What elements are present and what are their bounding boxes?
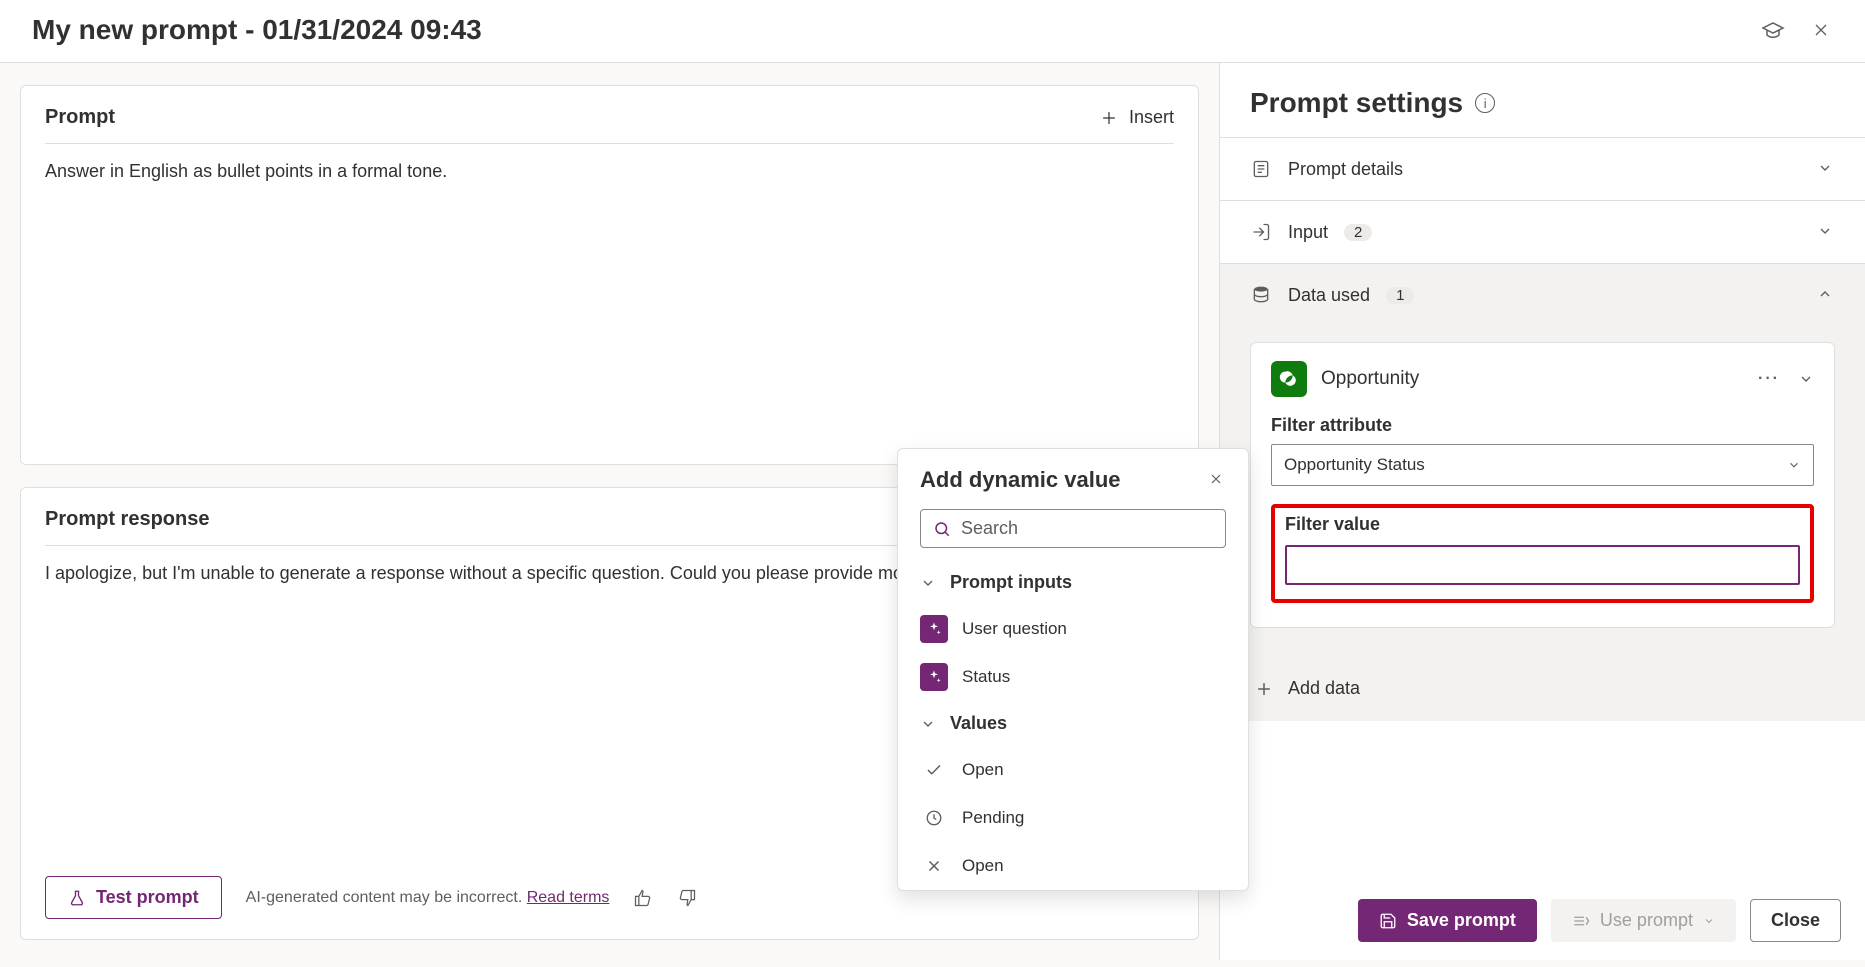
database-icon bbox=[1250, 284, 1272, 306]
filter-value-highlight: Filter value bbox=[1271, 504, 1814, 603]
close-icon[interactable] bbox=[1208, 471, 1226, 489]
dataverse-icon bbox=[1271, 361, 1307, 397]
prompt-body[interactable]: Answer in English as bullet points in a … bbox=[45, 158, 1174, 185]
chevron-down-icon[interactable] bbox=[1798, 371, 1814, 387]
prompt-card-header: Prompt Insert bbox=[45, 106, 1174, 144]
chevron-down-icon bbox=[1817, 223, 1835, 241]
header-actions bbox=[1761, 18, 1833, 42]
footer-buttons: Save prompt Use prompt Close bbox=[1358, 899, 1841, 942]
entity-card: Opportunity ··· Filter attribute Opportu… bbox=[1250, 342, 1835, 628]
insert-label: Insert bbox=[1129, 107, 1174, 128]
learn-icon[interactable] bbox=[1761, 18, 1785, 42]
chevron-down-icon bbox=[1817, 160, 1835, 178]
sparkle-icon bbox=[920, 663, 948, 691]
close-icon[interactable] bbox=[1809, 18, 1833, 42]
close-button[interactable]: Close bbox=[1750, 899, 1841, 942]
response-card-title: Prompt response bbox=[45, 508, 209, 531]
dynamic-search-wrap bbox=[898, 499, 1248, 560]
filter-value-input[interactable] bbox=[1285, 545, 1800, 585]
prompt-card-title: Prompt bbox=[45, 106, 115, 129]
dynamic-item-status[interactable]: Status bbox=[898, 653, 1248, 701]
check-icon bbox=[920, 756, 948, 784]
dynamic-search[interactable] bbox=[920, 509, 1226, 548]
page-title: My new prompt - 01/31/2024 09:43 bbox=[32, 14, 482, 46]
dynamic-search-input[interactable] bbox=[961, 518, 1213, 539]
thumbs-down-icon[interactable] bbox=[677, 888, 697, 908]
search-icon bbox=[933, 520, 951, 538]
chevron-up-icon bbox=[1817, 286, 1835, 304]
clock-icon bbox=[920, 804, 948, 832]
filter-value-label: Filter value bbox=[1285, 514, 1800, 535]
beaker-icon bbox=[68, 889, 86, 907]
filter-attribute-label: Filter attribute bbox=[1271, 415, 1814, 436]
thumbs-up-icon[interactable] bbox=[633, 888, 653, 908]
settings-header: Prompt settings i bbox=[1220, 63, 1865, 137]
section-data-used[interactable]: Data used 1 bbox=[1220, 263, 1865, 326]
filter-attribute-value: Opportunity Status bbox=[1284, 455, 1425, 475]
chevron-down-icon bbox=[920, 716, 936, 732]
group-prompt-inputs[interactable]: Prompt inputs bbox=[898, 560, 1248, 605]
add-data-button[interactable]: Add data bbox=[1220, 656, 1865, 721]
settings-title: Prompt settings bbox=[1250, 87, 1463, 119]
filter-attribute-select[interactable]: Opportunity Status bbox=[1271, 444, 1814, 486]
dynamic-item-open-2[interactable]: Open bbox=[898, 842, 1248, 890]
settings-panel: Prompt settings i Prompt details Input 2 bbox=[1219, 63, 1865, 960]
section-input[interactable]: Input 2 bbox=[1220, 200, 1865, 263]
main-column: Prompt Insert Answer in English as bulle… bbox=[0, 63, 1219, 960]
test-prompt-button[interactable]: Test prompt bbox=[45, 876, 222, 919]
header-bar: My new prompt - 01/31/2024 09:43 bbox=[0, 0, 1865, 63]
dynamic-item-pending[interactable]: Pending bbox=[898, 794, 1248, 842]
dynamic-popup-header: Add dynamic value bbox=[898, 449, 1248, 499]
test-prompt-label: Test prompt bbox=[96, 887, 199, 908]
data-used-body: Opportunity ··· Filter attribute Opportu… bbox=[1220, 326, 1865, 656]
save-icon bbox=[1379, 912, 1397, 930]
dynamic-item-user-question[interactable]: User question bbox=[898, 605, 1248, 653]
data-count-badge: 1 bbox=[1386, 287, 1414, 304]
plus-icon bbox=[1254, 679, 1274, 699]
x-icon bbox=[920, 852, 948, 880]
prompt-card: Prompt Insert Answer in English as bulle… bbox=[20, 85, 1199, 465]
chevron-down-icon bbox=[1703, 915, 1715, 927]
plus-icon bbox=[1099, 108, 1119, 128]
dynamic-popup-title: Add dynamic value bbox=[920, 467, 1121, 493]
input-icon bbox=[1250, 221, 1272, 243]
details-icon bbox=[1250, 158, 1272, 180]
sparkle-icon bbox=[920, 615, 948, 643]
info-icon[interactable]: i bbox=[1475, 93, 1495, 113]
ai-disclaimer: AI-generated content may be incorrect. R… bbox=[246, 889, 610, 907]
dynamic-item-open[interactable]: Open bbox=[898, 746, 1248, 794]
entity-name: Opportunity bbox=[1321, 368, 1419, 390]
save-prompt-button[interactable]: Save prompt bbox=[1358, 899, 1537, 942]
dynamic-value-popup: Add dynamic value Prompt inputs Use bbox=[897, 448, 1249, 891]
content-area: Prompt Insert Answer in English as bulle… bbox=[0, 63, 1865, 960]
entity-head: Opportunity ··· bbox=[1271, 361, 1814, 397]
more-icon[interactable]: ··· bbox=[1758, 370, 1780, 388]
insert-button[interactable]: Insert bbox=[1099, 107, 1174, 128]
section-prompt-details[interactable]: Prompt details bbox=[1220, 137, 1865, 200]
use-prompt-button[interactable]: Use prompt bbox=[1551, 899, 1736, 942]
input-count-badge: 2 bbox=[1344, 224, 1372, 241]
flow-icon bbox=[1572, 912, 1590, 930]
chevron-down-icon bbox=[920, 575, 936, 591]
group-values[interactable]: Values bbox=[898, 701, 1248, 746]
chevron-down-icon bbox=[1787, 458, 1801, 472]
read-terms-link[interactable]: Read terms bbox=[527, 889, 610, 906]
